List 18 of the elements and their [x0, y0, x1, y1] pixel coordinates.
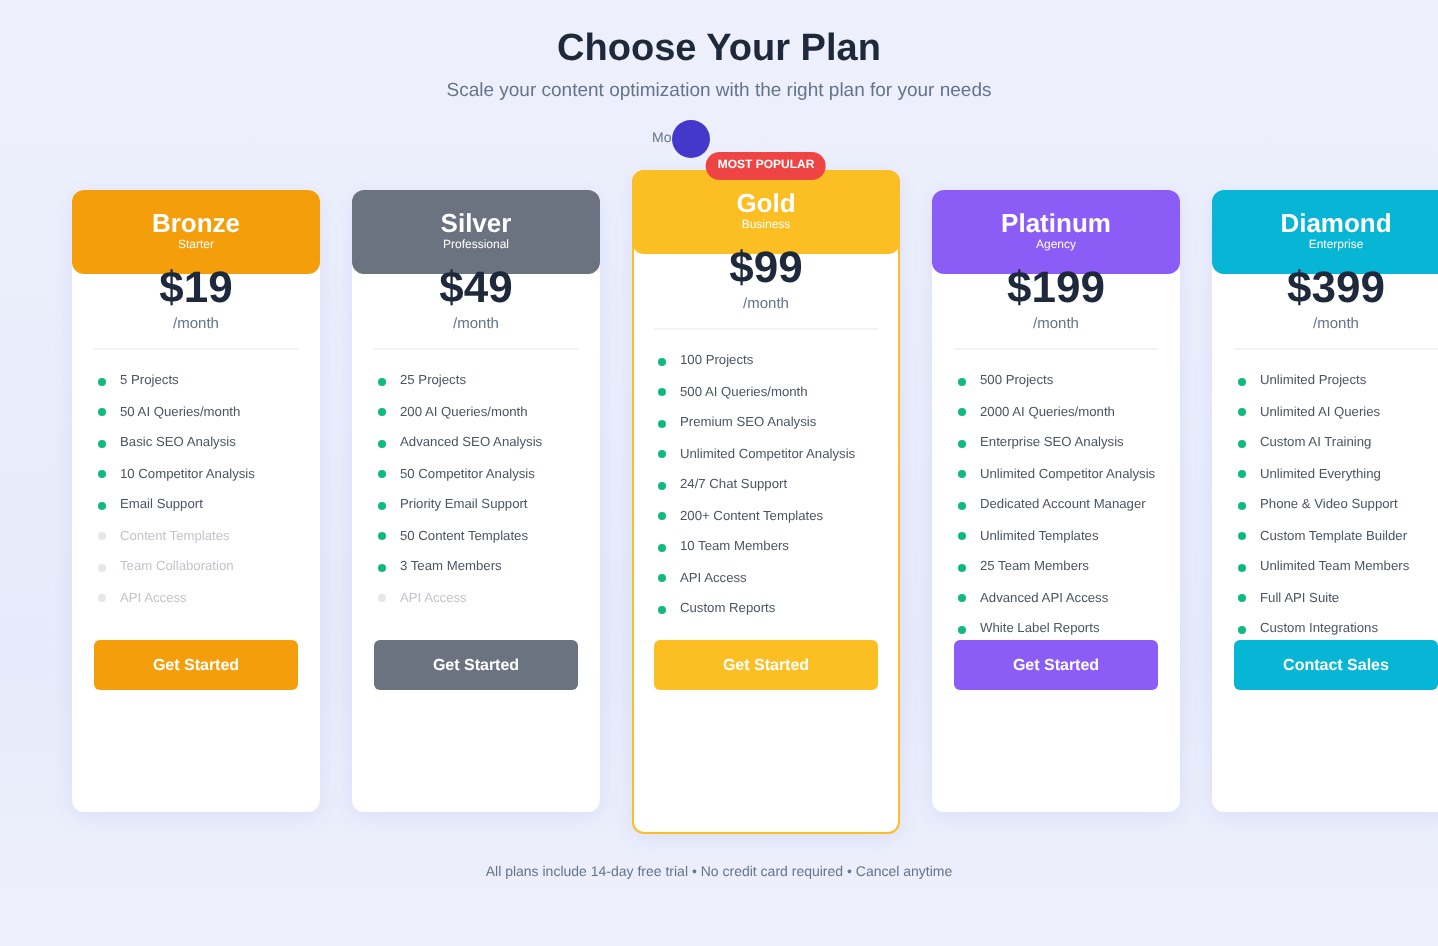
toggle-switch[interactable] — [671, 119, 710, 157]
plan-button[interactable]: Contact Sales — [1234, 640, 1438, 690]
page-subtitle: Scale your content optimization with the right plan for your needs — [444, 80, 994, 102]
plan-price: $49 — [437, 266, 515, 310]
plan-price: $399 — [1285, 266, 1387, 310]
plan-name: Bronze — [151, 208, 241, 238]
plan-button[interactable]: Get Started — [954, 640, 1158, 690]
plan-button[interactable]: Get Started — [94, 640, 298, 690]
plan-button[interactable]: Get Started — [374, 640, 578, 690]
plan-price: $199 — [1005, 266, 1107, 310]
plan-name: Diamond — [1280, 208, 1392, 238]
plan-price: $19 — [157, 266, 235, 310]
page-title: Choose Your Plan — [555, 26, 883, 72]
plan-name: Silver — [440, 208, 512, 238]
plan-name: Gold — [736, 188, 796, 218]
plan-name: Platinum — [1001, 208, 1111, 238]
plan-button[interactable]: Get Started — [654, 640, 878, 690]
plan-price: $99 — [727, 246, 805, 290]
